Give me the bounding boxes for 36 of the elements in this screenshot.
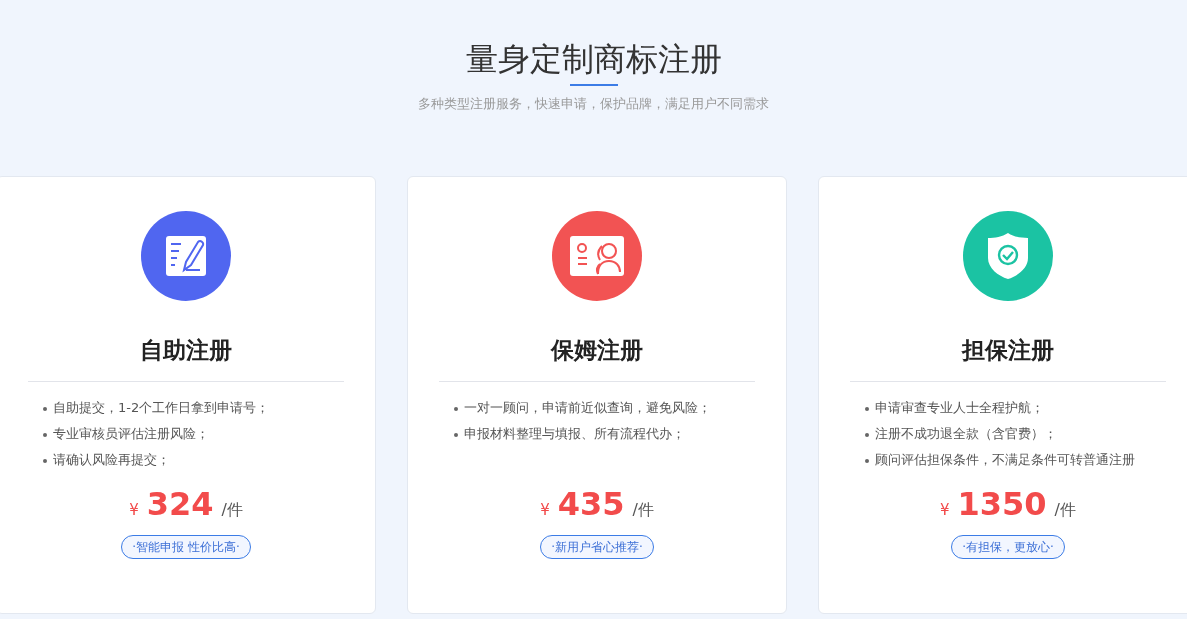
price-unit: /件 <box>221 499 243 522</box>
currency-symbol: ¥ <box>940 500 950 522</box>
price: 435 <box>557 487 625 523</box>
feature-text: 一对一顾问，申请前近似查询，避免风险； <box>464 400 711 416</box>
bullet-dot <box>454 407 458 411</box>
shield-check-icon <box>987 231 1029 280</box>
notepad-pen-icon <box>164 233 208 278</box>
bullet-dot <box>454 433 458 437</box>
price-unit: /件 <box>632 499 654 522</box>
bullet-dot <box>865 407 869 411</box>
feature-text: 自助提交，1-2个工作日拿到申请号； <box>53 400 270 416</box>
plan-tag: ·有担保，更放心· <box>951 534 1065 559</box>
plan-name: 担保注册 <box>960 336 1055 365</box>
section-title: 量身定制商标注册 <box>464 40 723 79</box>
bullet-dot <box>865 433 869 437</box>
feature-text: 请确认风险再提交； <box>53 452 170 468</box>
currency-symbol: ¥ <box>129 500 139 522</box>
price: 1350 <box>957 487 1047 523</box>
feature-text: 顾问评估担保条件，不满足条件可转普通注册 <box>875 452 1135 468</box>
id-card-icon <box>570 235 624 276</box>
plan-name: 自助注册 <box>139 336 233 365</box>
plan-name: 保姆注册 <box>549 336 644 365</box>
feature-text: 申报材料整理与填报、所有流程代办； <box>464 426 685 442</box>
plan-tag: ·新用户省心推荐· <box>540 534 654 559</box>
bullet-dot <box>43 433 47 437</box>
bullet-dot <box>865 459 869 463</box>
feature-text: 注册不成功退全款（含官费）； <box>875 426 1057 442</box>
price: 324 <box>146 487 214 523</box>
section-subtitle: 多种类型注册服务，快速申请，保护品牌，满足用户不同需求 <box>417 95 770 114</box>
plan-tag: ·智能申报 性价比高· <box>121 534 251 559</box>
feature-text: 申请审查专业人士全程护航； <box>875 400 1044 416</box>
bullet-dot <box>43 407 47 411</box>
feature-text: 专业审核员评估注册风险； <box>53 426 209 442</box>
price-unit: /件 <box>1054 499 1076 522</box>
bullet-dot <box>43 459 47 463</box>
currency-symbol: ¥ <box>540 500 550 522</box>
